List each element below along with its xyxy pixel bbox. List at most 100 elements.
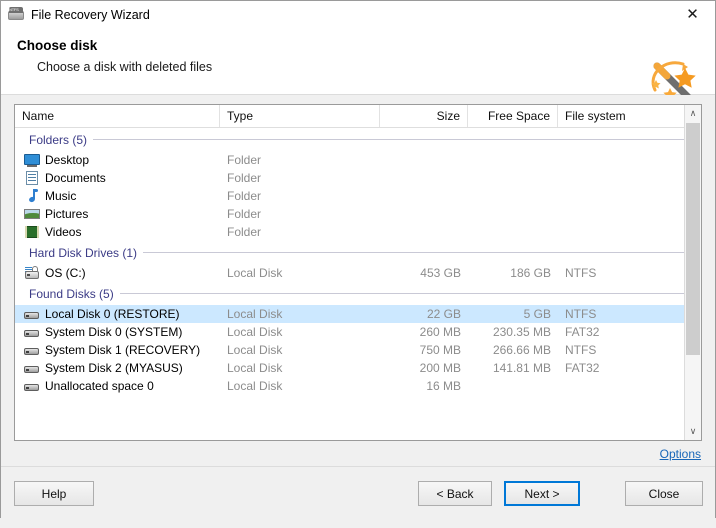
window-title: File Recovery Wizard (31, 7, 150, 22)
group-header-label: Found Disks (5) (29, 286, 114, 301)
cell-type: Folder (227, 189, 262, 203)
cell-name: System Disk 1 (RECOVERY) (15, 342, 220, 358)
cell-type: Folder (227, 225, 262, 239)
wizard-header: Choose disk Choose a disk with deleted f… (1, 28, 715, 101)
options-row: Options (14, 441, 702, 466)
cell-free-space: 141.81 MB (492, 361, 551, 375)
close-icon[interactable]: ✕ (670, 1, 715, 28)
cell-name: Pictures (15, 206, 220, 222)
table-row[interactable]: System Disk 2 (MYASUS) Local Disk 200 MB 14… (15, 359, 701, 377)
table-row[interactable]: Music Folder (15, 187, 701, 205)
footer-bar: Help < Back Next > Close (1, 466, 715, 528)
cell-file-system: FAT32 (565, 325, 600, 339)
column-header-name[interactable]: Name (15, 105, 220, 127)
row-name-label: System Disk 2 (MYASUS) (45, 361, 183, 375)
column-header-free-space[interactable]: Free Space (468, 105, 558, 127)
cell-file-system: NTFS (565, 307, 597, 321)
file-recovery-wizard-window: NTFS File Recovery Wizard ✕ Choose disk … (0, 0, 716, 528)
table-row[interactable]: Unallocated space 0 Local Disk 16 MB (15, 377, 701, 395)
cell-type: Local Disk (227, 343, 283, 357)
scroll-down-icon[interactable]: ∨ (685, 423, 701, 440)
cell-size: 16 MB (426, 379, 461, 393)
group-header: Folders (5) (15, 128, 701, 151)
group-header-label: Folders (5) (29, 132, 88, 147)
vertical-scrollbar[interactable]: ∧ ∨ (684, 105, 701, 440)
videos-icon (24, 224, 40, 240)
next-button[interactable]: Next > (504, 481, 580, 506)
music-icon (24, 188, 40, 204)
table-row[interactable]: Local Disk 0 (RESTORE) Local Disk 22 GB 5 G… (15, 305, 701, 323)
disk-icon (24, 306, 40, 322)
cell-free-space: 230.35 MB (492, 325, 551, 339)
group-header-rule (119, 293, 691, 294)
cell-name: Documents (15, 170, 220, 186)
cell-free-space: 5 GB (523, 307, 551, 321)
row-name-label: OS (C:) (45, 266, 86, 280)
disk-icon (24, 324, 40, 340)
cell-type: Local Disk (227, 361, 283, 375)
scrollbar-thumb[interactable] (686, 123, 700, 355)
table-row[interactable]: System Disk 1 (RECOVERY) Local Disk 750 MB… (15, 341, 701, 359)
table-row[interactable]: Videos Folder (15, 223, 701, 241)
row-name-label: Desktop (45, 153, 90, 167)
row-name-label: Pictures (45, 207, 89, 221)
row-name-label: Videos (45, 225, 82, 239)
row-name-label: Documents (45, 171, 106, 185)
column-header-file-system[interactable]: File system (558, 105, 673, 127)
page-subtitle: Choose a disk with deleted files (37, 60, 213, 74)
close-button[interactable]: Close (625, 481, 703, 506)
cell-type: Folder (227, 171, 262, 185)
disk-icon (24, 378, 40, 394)
disk-list-rows: Folders (5) Desktop Folder Documents Folder M… (15, 128, 701, 440)
pictures-icon (24, 206, 40, 222)
table-row[interactable]: Desktop Folder (15, 151, 701, 169)
cell-type: Local Disk (227, 307, 283, 321)
row-name-label: Unallocated space 0 (45, 379, 154, 393)
table-row[interactable]: Pictures Folder (15, 205, 701, 223)
group-header-rule (93, 139, 691, 140)
cell-free-space: 186 GB (510, 266, 551, 280)
cell-name: Local Disk 0 (RESTORE) (15, 306, 220, 322)
back-button[interactable]: < Back (418, 481, 492, 506)
ntfs-disk-icon: NTFS (8, 6, 24, 23)
group-header-label: Hard Disk Drives (1) (29, 245, 138, 260)
disk-icon (24, 342, 40, 358)
cell-type: Folder (227, 153, 262, 167)
cell-size: 260 MB (419, 325, 461, 339)
help-button[interactable]: Help (14, 481, 94, 506)
cell-type: Local Disk (227, 379, 283, 393)
options-link[interactable]: Options (660, 447, 701, 461)
table-row[interactable]: OS (C:) Local Disk 453 GB 186 GB NTFS (15, 264, 701, 282)
title-bar: NTFS File Recovery Wizard ✕ (1, 1, 715, 28)
cell-file-system: FAT32 (565, 361, 600, 375)
documents-icon (24, 170, 40, 186)
cell-size: 22 GB (426, 307, 461, 321)
cell-file-system: NTFS (565, 266, 597, 280)
content-area: Name Type Size Free Space File system Fo… (1, 95, 715, 466)
column-header-row: Name Type Size Free Space File system (15, 105, 701, 128)
group-header: Found Disks (5) (15, 282, 701, 305)
cell-name: System Disk 2 (MYASUS) (15, 360, 220, 376)
row-name-label: System Disk 1 (RECOVERY) (45, 343, 201, 357)
cell-size: 750 MB (419, 343, 461, 357)
cell-name: Music (15, 188, 220, 204)
cell-file-system: NTFS (565, 343, 597, 357)
cell-type: Local Disk (227, 266, 283, 280)
page-title: Choose disk (17, 38, 98, 53)
cell-type: Folder (227, 207, 262, 221)
table-row[interactable]: System Disk 0 (SYSTEM) Local Disk 260 MB 23… (15, 323, 701, 341)
cell-type: Local Disk (227, 325, 283, 339)
harddrive-icon (24, 265, 40, 281)
row-name-label: Music (45, 189, 77, 203)
disk-icon (24, 360, 40, 376)
column-header-size[interactable]: Size (380, 105, 468, 127)
table-row[interactable]: Documents Folder (15, 169, 701, 187)
disk-list[interactable]: Name Type Size Free Space File system Fo… (14, 104, 702, 441)
group-header-rule (143, 252, 691, 253)
cell-free-space: 266.66 MB (492, 343, 551, 357)
column-header-type[interactable]: Type (220, 105, 380, 127)
cell-name: OS (C:) (15, 265, 220, 281)
cell-name: Videos (15, 224, 220, 240)
desktop-icon (24, 152, 40, 168)
scroll-up-icon[interactable]: ∧ (685, 105, 701, 122)
